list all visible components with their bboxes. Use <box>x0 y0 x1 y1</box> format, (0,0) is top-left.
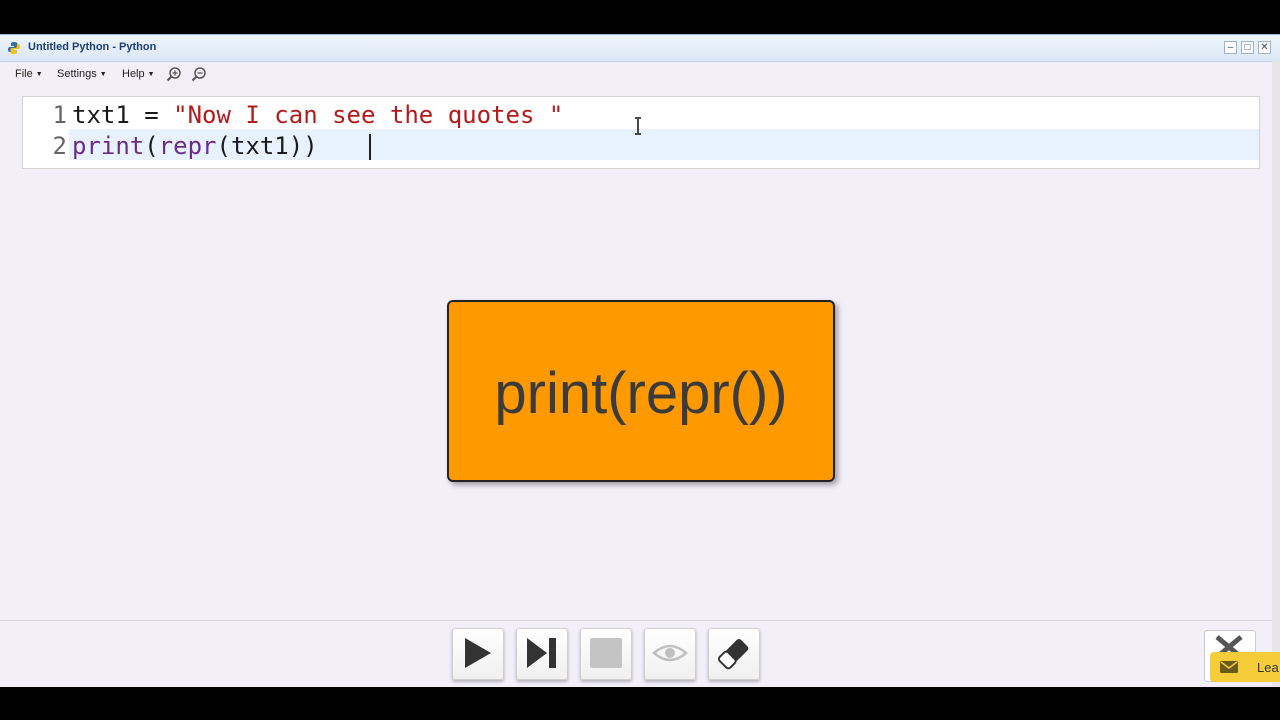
code-function: print <box>72 132 145 160</box>
title-bar: Untitled Python - Python – □ ✕ <box>0 35 1280 62</box>
line-number: 2 <box>52 132 67 160</box>
overlay-title-card: print(repr()) <box>447 300 835 482</box>
code-line-1[interactable]: txt1 = "Now I can see the quotes " <box>72 101 563 129</box>
vertical-scrollbar[interactable] <box>1272 61 1280 687</box>
step-forward-icon <box>527 638 556 668</box>
close-button[interactable]: ✕ <box>1258 41 1271 54</box>
eraser-icon <box>717 638 749 670</box>
line-number: 1 <box>52 101 67 129</box>
play-icon <box>465 638 491 668</box>
mail-icon <box>1220 661 1238 673</box>
stop-button[interactable] <box>580 628 632 680</box>
code-paren: ( <box>144 132 159 160</box>
menu-bar: File ▼ Settings ▼ Help ▼ <box>0 62 1272 86</box>
chevron-down-icon: ▼ <box>99 71 107 78</box>
text-cursor <box>369 134 371 160</box>
ibeam-cursor-icon <box>635 117 641 135</box>
menu-settings-label: Settings <box>57 68 97 80</box>
clear-button[interactable] <box>708 628 760 680</box>
toolbar-divider <box>0 620 1272 621</box>
code-editor[interactable]: 1 2 txt1 = "Now I can see the quotes " p… <box>22 96 1260 169</box>
menu-file[interactable]: File ▼ <box>15 68 43 80</box>
minimize-button[interactable]: – <box>1224 41 1237 54</box>
maximize-button[interactable]: □ <box>1241 41 1254 54</box>
zoom-out-icon[interactable] <box>191 66 207 82</box>
stop-icon <box>590 638 622 668</box>
code-variable: txt1 <box>72 101 130 129</box>
python-editor-window: Untitled Python - Python – □ ✕ File ▼ Set… <box>0 34 1280 687</box>
code-string: "Now I can see the quotes " <box>173 101 564 129</box>
eye-icon <box>652 644 688 662</box>
chevron-down-icon: ▼ <box>35 71 43 78</box>
menu-help-label: Help <box>122 68 145 80</box>
code-line-2[interactable]: print(repr(txt1)) <box>72 132 318 160</box>
menu-help[interactable]: Help ▼ <box>122 68 155 80</box>
window-title: Untitled Python - Python <box>28 41 157 53</box>
code-function: repr <box>158 132 217 160</box>
menu-file-label: File <box>15 68 33 80</box>
leave-message-tab[interactable]: Lea <box>1210 652 1280 682</box>
python-logo-icon <box>8 42 20 54</box>
menu-settings[interactable]: Settings ▼ <box>57 68 107 80</box>
leave-message-label: Lea <box>1257 660 1279 675</box>
view-button[interactable] <box>644 628 696 680</box>
run-button[interactable] <box>452 628 504 680</box>
overlay-title-text: print(repr()) <box>494 361 788 426</box>
chevron-down-icon: ▼ <box>147 71 155 78</box>
zoom-in-icon[interactable] <box>166 66 182 82</box>
code-args: (txt1)) <box>216 132 318 160</box>
line-number-gutter: 1 2 <box>23 97 67 168</box>
code-operator: = <box>129 101 174 129</box>
step-button[interactable] <box>516 628 568 680</box>
